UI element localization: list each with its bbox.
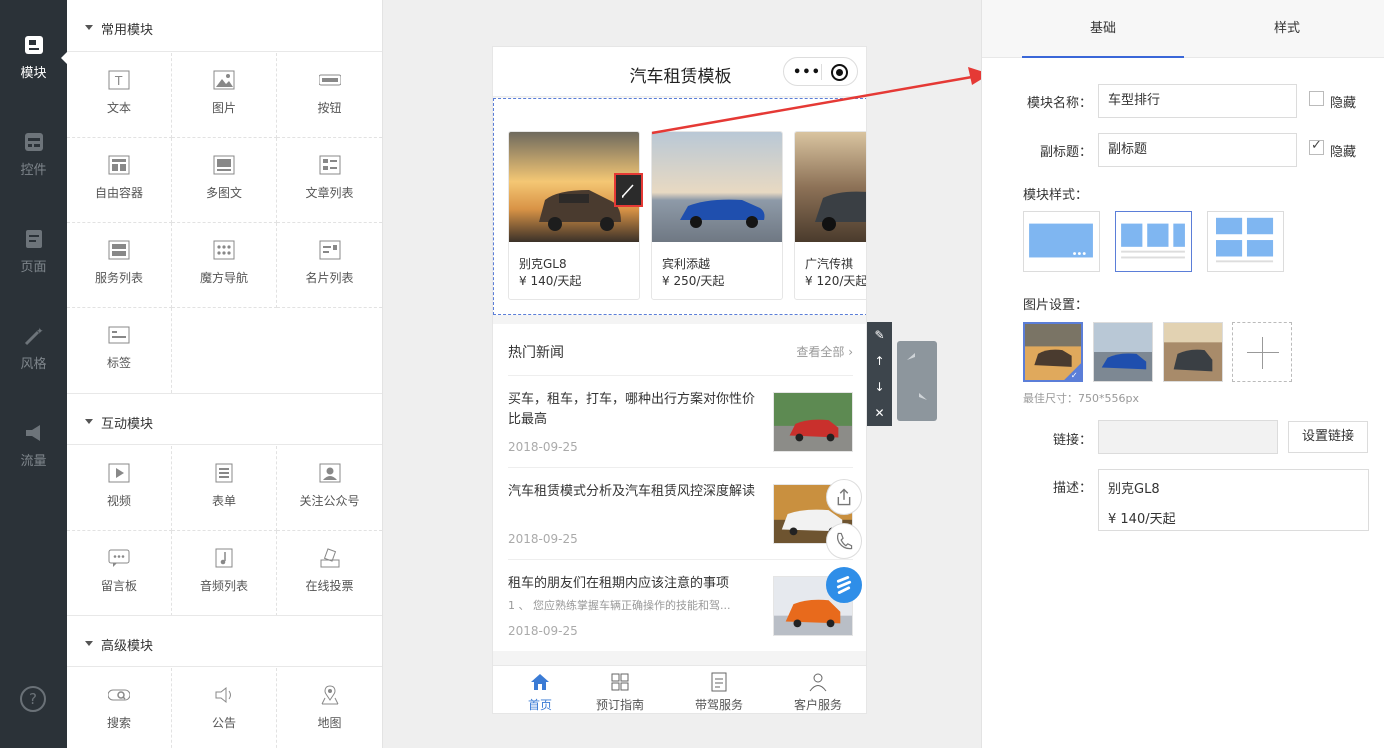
set-link-button[interactable]: 设置链接 [1288,421,1368,453]
description-line: 别克GL8 [1108,482,1160,497]
tab-basic[interactable]: 基础 [1022,0,1184,58]
svg-text:✓: ✓ [1071,370,1078,380]
style-option-horizontal-cards[interactable] [1115,211,1192,272]
hide-label: 隐藏 [1330,96,1357,111]
image-settings-label: 图片设置： [1023,298,1089,313]
property-panel: 基础 样式 模块名称： 车型排行 隐藏 副标题： 副标题 隐藏 模块样式： 图片… [981,0,1384,748]
module-style-label: 模块样式： [1023,188,1089,203]
description-textarea[interactable]: 别克GL8 ¥ 140/天起 [1098,469,1369,531]
style-option-banner[interactable] [1023,211,1100,272]
description-line: ¥ 140/天起 [1108,512,1176,527]
module-name-input[interactable]: 车型排行 [1098,84,1297,118]
style-option-grid[interactable] [1207,211,1284,272]
property-tabs: 基础 样式 [982,0,1384,58]
module-name-label: 模块名称： [1026,96,1092,111]
hide-label: 隐藏 [1330,145,1357,160]
subtitle-label: 副标题： [1039,145,1092,160]
add-image-button[interactable] [1232,322,1292,382]
style-cards-icon [1121,223,1185,259]
hide-subtitle-checkbox[interactable] [1309,138,1324,155]
best-size-hint: 最佳尺寸：750*556px [1023,392,1139,405]
description-label: 描述： [1052,481,1092,496]
link-input[interactable] [1098,420,1278,454]
image-thumb-selected[interactable]: ✓ [1023,322,1083,382]
style-grid-icon [1216,217,1274,263]
image-thumb[interactable] [1163,322,1223,382]
tab-style[interactable]: 样式 [1206,0,1368,58]
hide-module-name-checkbox[interactable] [1309,91,1324,106]
link-label: 链接： [1052,433,1092,448]
subtitle-input[interactable]: 副标题 [1098,133,1297,167]
style-banner-icon [1029,223,1093,258]
image-thumb[interactable] [1093,322,1153,382]
